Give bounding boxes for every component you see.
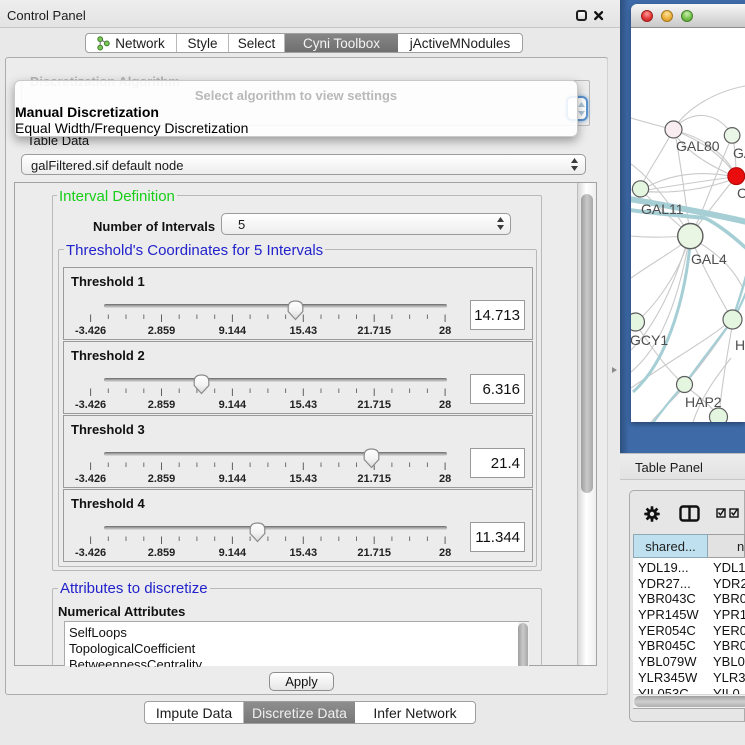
svg-text:GCY1: GCY1 bbox=[631, 332, 668, 348]
svg-text:C: C bbox=[737, 185, 745, 201]
svg-text:GA: GA bbox=[733, 145, 745, 161]
svg-text:HAP2: HAP2 bbox=[685, 394, 722, 410]
svg-text:GAL4: GAL4 bbox=[691, 251, 727, 267]
svg-text:GAL11: GAL11 bbox=[641, 201, 684, 217]
svg-text:H: H bbox=[735, 337, 745, 353]
svg-text:GAL80: GAL80 bbox=[676, 138, 720, 154]
